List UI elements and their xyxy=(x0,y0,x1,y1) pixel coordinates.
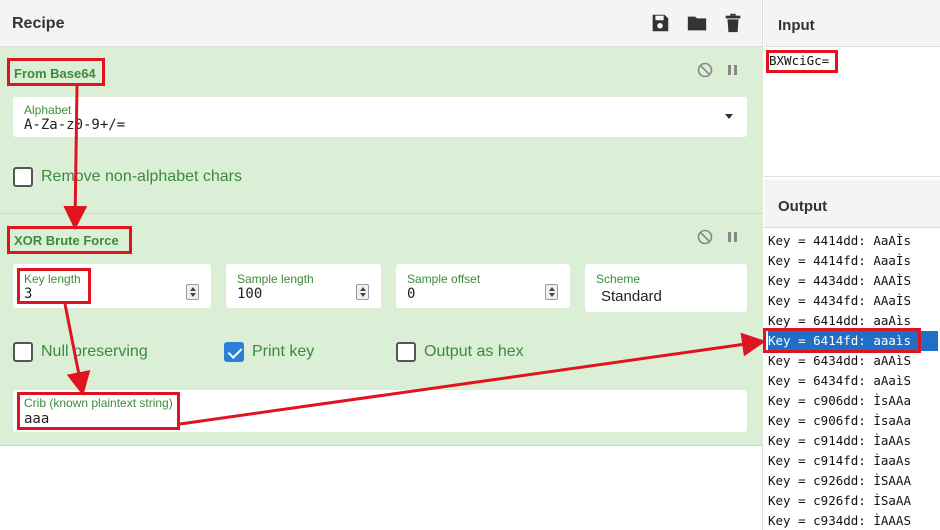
key-length-label: Key length xyxy=(24,272,81,286)
input-title: Input xyxy=(778,17,815,34)
cyberchef-app: Recipe From Base64 Alphabet A-Za-z0-9+/= xyxy=(0,0,940,530)
key-length-value[interactable]: 3 xyxy=(24,286,32,302)
output-line: Key = 4434dd: AAAÌS xyxy=(768,273,911,288)
output-line: Key = c914fd: ÌaaAs xyxy=(768,453,911,468)
output-as-hex-checkbox[interactable]: Output as hex xyxy=(396,342,524,362)
sample-offset-label: Sample offset xyxy=(407,272,481,286)
alphabet-value: A-Za-z0-9+/= xyxy=(24,117,126,133)
number-stepper[interactable] xyxy=(186,284,199,300)
input-text[interactable]: BXWciGc= xyxy=(769,53,829,68)
number-stepper[interactable] xyxy=(545,284,558,300)
input-textarea[interactable]: BXWciGc= xyxy=(764,47,940,177)
recipe-header: Recipe xyxy=(0,0,763,47)
output-line: Key = 6434dd: aAAìS xyxy=(768,353,911,368)
sample-length-input[interactable]: Sample length 100 xyxy=(226,264,381,308)
output-line: Key = c906fd: ÌsaAa xyxy=(768,413,911,428)
disable-icon[interactable] xyxy=(696,61,714,79)
sample-length-label: Sample length xyxy=(237,272,314,286)
output-line: Key = c906dd: ÌsAAa xyxy=(768,393,911,408)
sample-offset-input[interactable]: Sample offset 0 xyxy=(396,264,570,308)
output-line: Key = c926dd: ÌSAAA xyxy=(768,473,911,488)
output-header: Output xyxy=(764,180,940,228)
trash-icon[interactable] xyxy=(722,12,744,34)
output-line-selected: Key = 6414fd: aaaìs xyxy=(768,331,938,351)
sample-offset-value[interactable]: 0 xyxy=(407,286,415,302)
alphabet-label: Alphabet xyxy=(24,103,72,117)
remove-non-alphabet-label: Remove non-alphabet chars xyxy=(41,168,243,185)
sample-length-value[interactable]: 100 xyxy=(237,286,262,302)
null-preserving-label: Null preserving xyxy=(41,343,148,360)
crib-input[interactable]: Crib (known plaintext string) aaa xyxy=(13,390,747,432)
output-line: Key = c934dd: ÌAAAS xyxy=(768,513,911,528)
output-title: Output xyxy=(778,198,828,215)
print-key-checkbox[interactable]: Print key xyxy=(224,342,314,362)
pause-icon[interactable] xyxy=(724,61,742,79)
op-xor-brute-force: XOR Brute Force Key length 3 Sample leng… xyxy=(0,214,763,446)
output-line: Key = 4414fd: AaaÌs xyxy=(768,253,911,268)
chevron-down-icon[interactable] xyxy=(725,114,733,119)
disable-icon[interactable] xyxy=(696,228,714,246)
print-key-label: Print key xyxy=(252,343,315,360)
output-line: Key = c926fd: ÌSaAA xyxy=(768,493,911,508)
alphabet-select[interactable]: Alphabet A-Za-z0-9+/= xyxy=(13,97,747,137)
recipe-title: Recipe xyxy=(12,15,65,32)
op-title-xor-brute-force: XOR Brute Force xyxy=(14,233,119,248)
scheme-select[interactable]: Scheme Standard xyxy=(585,264,747,312)
number-stepper[interactable] xyxy=(356,284,369,300)
output-line: Key = c914dd: ÌaAAs xyxy=(768,433,911,448)
checkbox-box[interactable] xyxy=(13,167,33,187)
scheme-label: Scheme xyxy=(596,272,641,286)
null-preserving-checkbox[interactable]: Null preserving xyxy=(13,342,148,362)
key-length-input[interactable]: Key length 3 xyxy=(13,264,211,308)
folder-icon[interactable] xyxy=(686,12,708,34)
crib-value[interactable]: aaa xyxy=(24,411,49,427)
output-as-hex-label: Output as hex xyxy=(424,343,524,360)
output-line: Key = 6434fd: aAaìS xyxy=(768,373,911,388)
save-icon[interactable] xyxy=(649,12,671,34)
op-from-base64: From Base64 Alphabet A-Za-z0-9+/= Remove… xyxy=(0,47,763,214)
output-line: Key = 4414dd: AaAÌs xyxy=(768,233,911,248)
checkbox-box[interactable] xyxy=(396,342,416,362)
crib-label: Crib (known plaintext string) xyxy=(24,396,173,410)
output-area[interactable]: Key = 4414dd: AaAÌs Key = 4414fd: AaaÌs … xyxy=(764,228,940,530)
scheme-value: Standard xyxy=(601,288,662,305)
output-line: Key = 4434fd: AAaÌS xyxy=(768,293,911,308)
remove-non-alphabet-checkbox[interactable]: Remove non-alphabet chars xyxy=(13,167,242,187)
checkbox-box-checked[interactable] xyxy=(224,342,244,362)
input-header: Input xyxy=(764,0,940,47)
op-title-from-base64: From Base64 xyxy=(14,66,96,81)
output-line: Key = 6414dd: aaAìs xyxy=(768,313,911,328)
pause-icon[interactable] xyxy=(724,228,742,246)
checkbox-box[interactable] xyxy=(13,342,33,362)
